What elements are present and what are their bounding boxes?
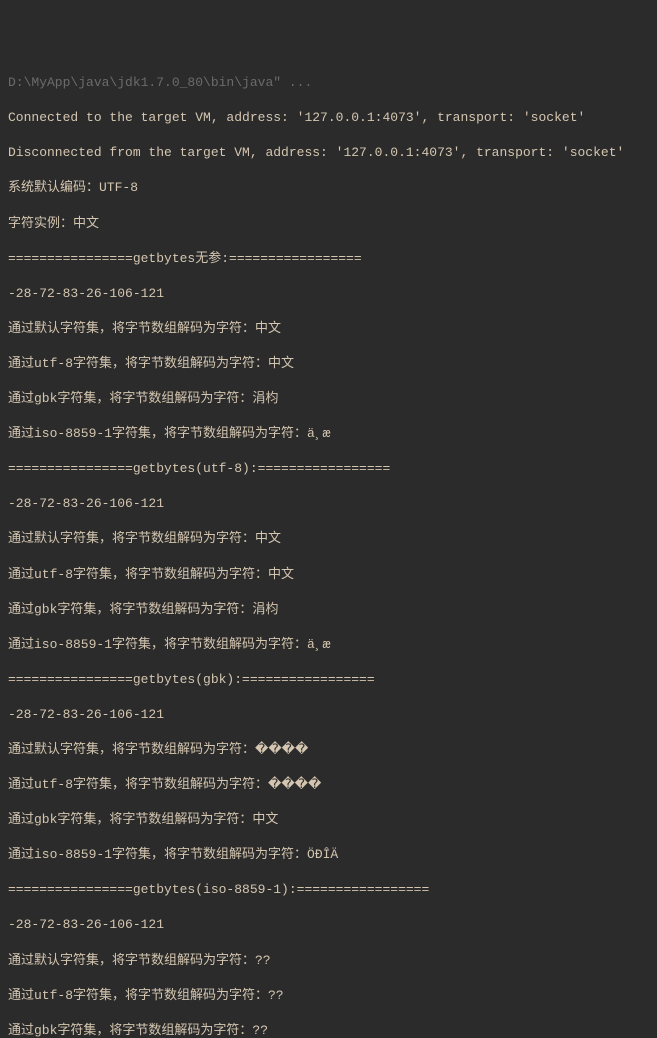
java-path-line: D:\MyApp\java\jdk1.7.0_80\bin\java" ... <box>8 74 649 92</box>
decode-iso-1: 通过iso-8859-1字符集，将字节数组解码为字符：ä¸­æ <box>8 636 649 654</box>
char-instance-line: 字符实例：中文 <box>8 215 649 233</box>
system-encoding-line: 系统默认编码：UTF-8 <box>8 179 649 197</box>
vm-disconnected-line: Disconnected from the target VM, address… <box>8 144 649 162</box>
decode-utf8-2: 通过utf-8字符集，将字节数组解码为字符：���� <box>8 776 649 794</box>
decode-gbk-2: 通过gbk字符集，将字节数组解码为字符：中文 <box>8 811 649 829</box>
decode-gbk-3: 通过gbk字符集，将字节数组解码为字符：?? <box>8 1022 649 1038</box>
section-bytes-2: -28-72-83-26-106-121 <box>8 706 649 724</box>
decode-utf8-3: 通过utf-8字符集，将字节数组解码为字符：?? <box>8 987 649 1005</box>
decode-default-3: 通过默认字符集，将字节数组解码为字符：?? <box>8 952 649 970</box>
section-bytes-1: -28-72-83-26-106-121 <box>8 495 649 513</box>
decode-gbk-1: 通过gbk字符集，将字节数组解码为字符：涓枃 <box>8 601 649 619</box>
section-title-0: ================getbytes无参:=============… <box>8 250 649 268</box>
section-title-2: ================getbytes(gbk):==========… <box>8 671 649 689</box>
section-title-1: ================getbytes(utf-8):========… <box>8 460 649 478</box>
decode-iso-2: 通过iso-8859-1字符集，将字节数组解码为字符：ÖÐÎÄ <box>8 846 649 864</box>
decode-utf8-0: 通过utf-8字符集，将字节数组解码为字符：中文 <box>8 355 649 373</box>
decode-default-0: 通过默认字符集，将字节数组解码为字符：中文 <box>8 320 649 338</box>
decode-default-2: 通过默认字符集，将字节数组解码为字符：���� <box>8 741 649 759</box>
decode-gbk-0: 通过gbk字符集，将字节数组解码为字符：涓枃 <box>8 390 649 408</box>
section-bytes-3: -28-72-83-26-106-121 <box>8 916 649 934</box>
section-bytes-0: -28-72-83-26-106-121 <box>8 285 649 303</box>
decode-default-1: 通过默认字符集，将字节数组解码为字符：中文 <box>8 530 649 548</box>
decode-utf8-1: 通过utf-8字符集，将字节数组解码为字符：中文 <box>8 566 649 584</box>
section-title-3: ================getbytes(iso-8859-1):===… <box>8 881 649 899</box>
vm-connected-line: Connected to the target VM, address: '12… <box>8 109 649 127</box>
decode-iso-0: 通过iso-8859-1字符集，将字节数组解码为字符：ä¸­æ <box>8 425 649 443</box>
